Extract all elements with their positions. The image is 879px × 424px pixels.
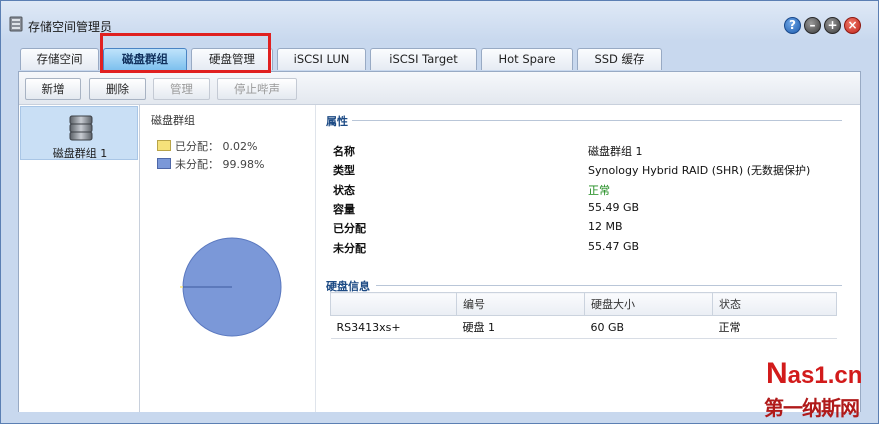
create-button[interactable]: 新增: [25, 78, 81, 100]
usage-pie-chart: [180, 237, 282, 337]
close-button[interactable]: ×: [844, 17, 861, 34]
minimize-icon: –: [809, 18, 816, 32]
unallocated-label: 未分配：: [175, 158, 219, 171]
cell-number: 硬盘 1: [456, 315, 585, 339]
prop-label-type: 类型: [333, 164, 355, 177]
tab-hot-spare[interactable]: Hot Spare: [481, 48, 573, 70]
watermark-logo: Nas1.cn: [766, 357, 863, 390]
cell-status: 正常: [712, 315, 837, 339]
tab-ssd-cache[interactable]: SSD 缓存: [577, 48, 662, 70]
list-item-disk-group-1[interactable]: 磁盘群组 1: [20, 106, 138, 160]
annotation-highlight-box: [100, 33, 271, 73]
toolbar: 新增 删除 管理 停止哔声: [19, 72, 860, 105]
prop-label-status: 状态: [333, 184, 355, 197]
tab-storage-volume[interactable]: 存储空间: [20, 48, 99, 70]
watermark-sitename: 第一纳斯网: [764, 396, 860, 420]
legend-unallocated: 未分配： 99.98%: [157, 156, 264, 172]
disk-info-table: 编号 硬盘大小 状态 RS3413xs+ 硬盘 1 60 GB 正常: [330, 292, 837, 339]
prop-value-capacity: 55.49 GB: [588, 201, 640, 214]
prop-label-unallocated: 未分配: [333, 242, 366, 255]
maximize-button[interactable]: +: [824, 17, 841, 34]
prop-value-status: 正常: [588, 184, 610, 197]
storage-manager-window: 存储空间管理员 ? – + × 存储空间 磁盘群组 硬盘管理 iSCSI LUN…: [0, 0, 879, 424]
col-header-status[interactable]: 状态: [712, 292, 837, 316]
col-header-device[interactable]: [330, 292, 457, 316]
disk-stack-icon: [69, 115, 93, 141]
manage-button[interactable]: 管理: [153, 78, 210, 100]
prop-value-type: Synology Hybrid RAID (SHR) (无数据保护): [588, 164, 811, 177]
prop-value-unallocated: 55.47 GB: [588, 240, 640, 253]
col-header-size[interactable]: 硬盘大小: [584, 292, 713, 316]
col-header-number[interactable]: 编号: [456, 292, 585, 316]
prop-value-name: 磁盘群组 1: [588, 145, 643, 158]
tab-iscsi-target[interactable]: iSCSI Target: [370, 48, 477, 70]
usage-panel: 磁盘群组 已分配： 0.02% 未分配： 99.98%: [140, 105, 316, 412]
allocated-swatch: [157, 140, 171, 151]
help-button[interactable]: ?: [784, 17, 801, 34]
allocated-pct: 0.02%: [222, 140, 258, 153]
allocated-label: 已分配：: [175, 140, 219, 153]
help-icon: ?: [789, 18, 796, 32]
prop-label-capacity: 容量: [333, 203, 355, 216]
properties-section-title: 属性: [326, 115, 348, 128]
unallocated-pct: 99.98%: [222, 158, 265, 171]
disk-group-label: 磁盘群组 1: [52, 147, 108, 160]
maximize-icon: +: [827, 18, 838, 32]
close-icon: ×: [847, 18, 858, 32]
storage-manager-icon: [9, 16, 23, 32]
content-frame: 新增 删除 管理 停止哔声 磁盘群组 1 磁盘群组 已分配： 0.02% 未分配…: [18, 71, 861, 412]
minimize-button[interactable]: –: [804, 17, 821, 34]
prop-label-allocated: 已分配: [333, 222, 366, 235]
cell-device: RS3413xs+: [330, 315, 457, 339]
legend-allocated: 已分配： 0.02%: [157, 138, 257, 154]
delete-button[interactable]: 删除: [89, 78, 146, 100]
unallocated-swatch: [157, 158, 171, 169]
table-row[interactable]: RS3413xs+ 硬盘 1 60 GB 正常: [330, 315, 837, 339]
tab-iscsi-lun[interactable]: iSCSI LUN: [277, 48, 366, 70]
table-header-row: 编号 硬盘大小 状态: [330, 292, 837, 316]
cell-size: 60 GB: [584, 315, 713, 339]
disk-group-list: 磁盘群组 1: [19, 105, 140, 412]
section-divider: [352, 120, 842, 121]
stop-beep-button[interactable]: 停止哔声: [217, 78, 297, 100]
prop-label-name: 名称: [333, 145, 355, 158]
prop-value-allocated: 12 MB: [588, 220, 623, 233]
usage-title: 磁盘群组: [151, 114, 195, 127]
section-divider: [376, 285, 842, 286]
